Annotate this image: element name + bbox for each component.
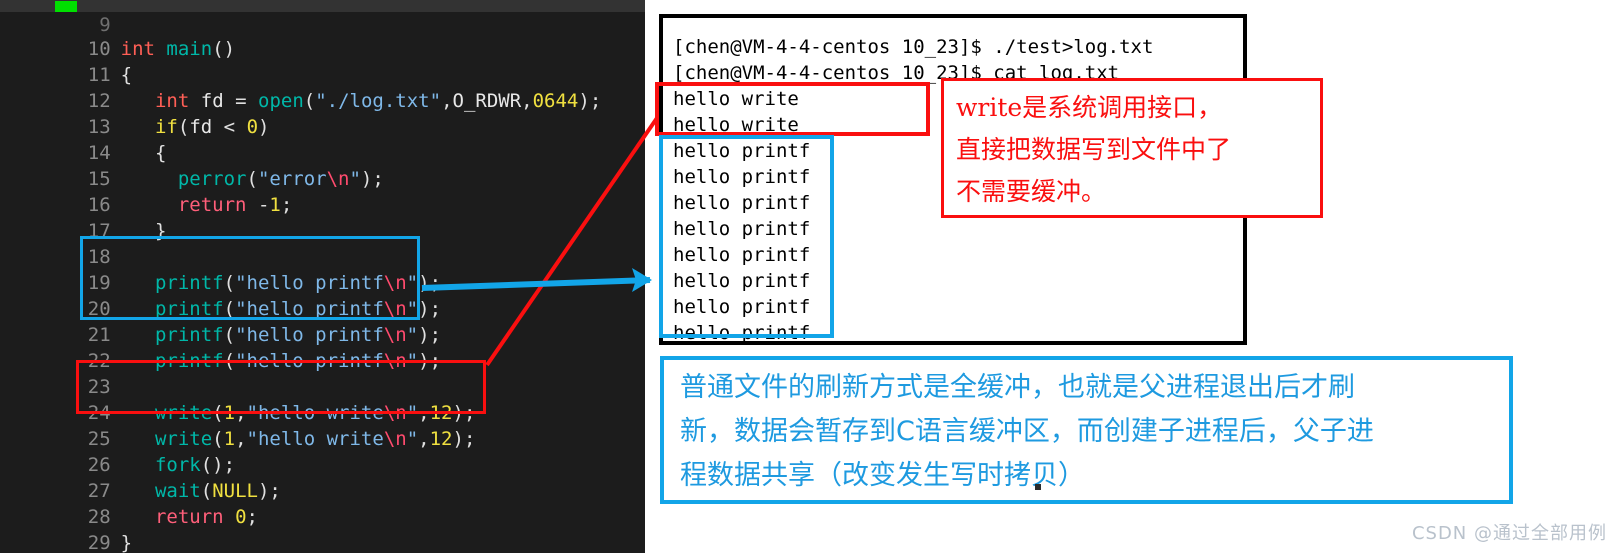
code-line-26[interactable]: 26 fork();	[0, 426, 235, 476]
code-line-14[interactable]: 14 {	[0, 114, 167, 164]
code-line-10[interactable]: 10 int main()	[0, 10, 235, 60]
annotation-note-red-text: write是系统调用接口， 直接把数据写到文件中了 不需要缓冲。	[956, 93, 1232, 206]
code-line-28[interactable]: 28 return 0;	[0, 478, 258, 528]
terminal-highlight-box-write	[655, 82, 930, 136]
stray-mark	[1035, 484, 1041, 490]
terminal-prompt-line-1: [chen@VM-4-4-centos 10_23]$ ./test>log.t…	[673, 36, 1154, 58]
annotation-note-blue: 普通文件的刷新方式是全缓冲，也就是父进程退出后才刷 新，数据会暂存到C语言缓冲区…	[660, 356, 1513, 504]
code-line-partial-bottom: 30	[0, 530, 121, 553]
annotation-note-red: write是系统调用接口， 直接把数据写到文件中了 不需要缓冲。	[941, 78, 1323, 218]
code-line-19[interactable]: 19 printf("hello printf\n");	[0, 244, 441, 294]
code-line-29[interactable]: 29}	[0, 504, 132, 553]
csdn-watermark: CSDN @通过全部用例	[1411, 523, 1607, 544]
code-line-17[interactable]: 17 }	[0, 192, 167, 242]
code-editor-pane[interactable]: 9 10 int main() 11{ 12 int fd = open("./l…	[0, 0, 645, 553]
code-line-13[interactable]: 13 if(fd < 0)	[0, 88, 270, 138]
code-line-25[interactable]: 25 write(1,"hello write\n",12);	[0, 400, 476, 450]
code-line-24[interactable]: 24 write(1,"hello write\n",12);	[0, 374, 476, 424]
code-line-22[interactable]: 22 printf("hello printf\n");	[0, 322, 441, 372]
code-line-20[interactable]: 20 printf("hello printf\n");	[0, 270, 441, 320]
code-line-15[interactable]: 15 perror("error\n");	[0, 140, 384, 190]
code-line-18[interactable]: 18	[0, 218, 121, 268]
code-line-27[interactable]: 27 wait(NULL);	[0, 452, 281, 502]
code-line-16[interactable]: 16 return -1;	[0, 166, 293, 216]
annotation-note-blue-text: 普通文件的刷新方式是全缓冲，也就是父进程退出后才刷 新，数据会暂存到C语言缓冲区…	[680, 372, 1374, 491]
code-line-12[interactable]: 12 int fd = open("./log.txt",O_RDWR,0644…	[0, 62, 602, 112]
code-line-23[interactable]: 23	[0, 348, 121, 398]
code-line-21[interactable]: 21 printf("hello printf\n");	[0, 296, 441, 346]
code-line-11[interactable]: 11{	[0, 36, 132, 86]
screenshot-root: 9 10 int main() 11{ 12 int fd = open("./l…	[0, 0, 1619, 553]
terminal-highlight-box-printf	[659, 135, 834, 338]
